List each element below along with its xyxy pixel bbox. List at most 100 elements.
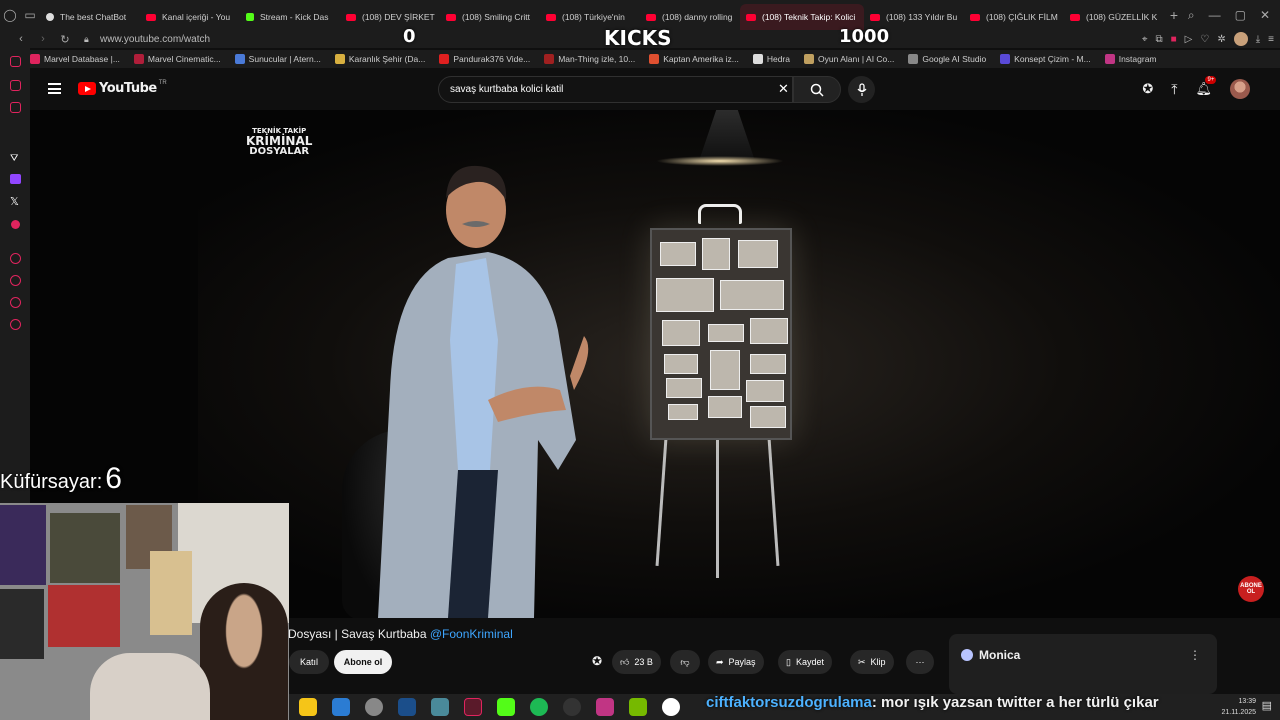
bookmark-label: Instagram xyxy=(1118,54,1157,64)
save-button[interactable]: ▯ Kaydet xyxy=(778,650,832,674)
browser-tab[interactable]: Kanal içeriği - You xyxy=(140,4,240,30)
instagram-icon[interactable] xyxy=(596,698,614,716)
sidebar-app-icon[interactable] xyxy=(10,56,21,67)
browser-menu-dots-icon[interactable]: ≡ xyxy=(1268,34,1274,45)
subscribe-corner-text2: OL xyxy=(1246,589,1256,595)
bookmark-item[interactable]: Marvel Cinematic... xyxy=(133,54,221,64)
subscribe-corner-badge[interactable]: ABONE OL xyxy=(1238,576,1264,602)
sidebar-up-icon[interactable]: ⛛ xyxy=(10,153,18,164)
youtube-play-icon xyxy=(78,82,96,95)
x-icon[interactable]: 𝕏 xyxy=(10,195,19,208)
bookmark-label: Hedra xyxy=(766,54,790,64)
browser-tab[interactable]: (108) DEV ŞİRKET xyxy=(340,4,440,30)
bookmark-label: Pandurak376 Vide... xyxy=(453,54,531,64)
reload-icon[interactable]: ↻ xyxy=(56,33,74,46)
new-tab-button[interactable]: + xyxy=(1164,7,1184,23)
share-button[interactable]: ➦ Paylaş xyxy=(708,650,764,674)
bookmark-item[interactable]: Oyun Alanı | AI Co... xyxy=(803,54,894,64)
maximize-icon[interactable]: ▢ xyxy=(1235,8,1246,23)
channel-handle-link[interactable]: @FoonKriminal xyxy=(430,627,513,641)
spotify-icon[interactable] xyxy=(530,698,548,716)
back-icon[interactable]: ‹ xyxy=(12,33,30,45)
search-input[interactable]: savaş kurtbaba kolici katil xyxy=(438,76,793,103)
bookmark-item[interactable]: Hedra xyxy=(752,54,790,64)
forward-icon[interactable]: › xyxy=(34,33,52,45)
browser-taskbar-icon[interactable] xyxy=(464,698,482,716)
steam-icon[interactable] xyxy=(398,698,416,716)
browser-tab[interactable]: (108) Smiling Critt xyxy=(440,4,540,30)
taskbar-app-icon[interactable] xyxy=(332,698,350,716)
browser-tab[interactable]: (108) ÇIĞLIK FİLM xyxy=(964,4,1064,30)
bookmark-label: Man-Thing izle, 10... xyxy=(558,54,636,64)
upload-icon[interactable]: ⤒ xyxy=(1171,81,1177,98)
bookmark-item[interactable]: Google AI Studio xyxy=(908,54,986,64)
sidebar-circle-icon[interactable] xyxy=(10,253,21,264)
account-avatar[interactable] xyxy=(1230,79,1250,99)
clear-search-icon[interactable]: ✕ xyxy=(778,81,789,97)
sidebar-reader-icon[interactable] xyxy=(10,102,21,113)
system-clock[interactable]: 13:39 21.11.2025 xyxy=(1221,696,1256,718)
pin-icon[interactable]: ⌖ xyxy=(1142,34,1148,45)
browser-menu-icon[interactable]: ◯ xyxy=(0,0,20,30)
download-icon[interactable]: ⤓ xyxy=(1256,34,1260,45)
bookmark-item[interactable]: Kaptan Amerika iz... xyxy=(649,54,739,64)
extensions-icon[interactable]: ✲ xyxy=(1217,34,1225,45)
dislike-button[interactable]: 👎︎ xyxy=(670,650,700,674)
browser-tab[interactable]: The best ChatBot xyxy=(40,4,140,30)
sidebar-chat-icon[interactable] xyxy=(10,80,21,91)
heart-icon[interactable]: ♡ xyxy=(1200,34,1209,45)
notification-center-icon[interactable]: ▤ xyxy=(1262,699,1272,712)
screenshot-icon[interactable]: ⧉ xyxy=(1155,34,1162,45)
taskbar-app-icon[interactable] xyxy=(431,698,449,716)
bookmark-item[interactable]: Marvel Database |... xyxy=(30,54,120,64)
sidebar-chat-bubble-icon[interactable] xyxy=(10,297,21,308)
taskbar-app-icon[interactable] xyxy=(662,698,680,716)
browser-tab[interactable]: (108) GÜZELLİK K xyxy=(1064,4,1164,30)
taskbar-app-icon[interactable] xyxy=(299,698,317,716)
play-icon[interactable]: ▷ xyxy=(1185,34,1193,45)
bookmark-item[interactable]: Man-Thing izle, 10... xyxy=(544,54,635,64)
youtube-logo[interactable]: YouTube TR xyxy=(78,80,167,96)
more-actions-button[interactable]: ··· xyxy=(906,650,934,674)
extension-red-icon[interactable]: ■ xyxy=(1171,34,1177,45)
url-field[interactable]: 🔒︎ www.youtube.com/watch xyxy=(84,34,210,45)
overlay-kicks-label: KICKS xyxy=(604,26,672,50)
nvidia-icon[interactable] xyxy=(629,698,647,716)
monica-menu-icon[interactable]: ⋮ xyxy=(1189,648,1201,662)
video-player[interactable]: TEKNİK TAKİP KRİMİNAL DOSYALAR ABONE OL xyxy=(198,110,1280,618)
sidebar-red-icon[interactable] xyxy=(11,220,20,229)
bookmark-favicon-icon xyxy=(544,54,555,64)
twitch-icon[interactable] xyxy=(10,174,21,184)
presenter-figure xyxy=(378,165,589,618)
subscribe-button[interactable]: Abone ol xyxy=(334,650,392,674)
settings-icon[interactable] xyxy=(10,319,21,330)
like-button[interactable]: 👍︎ 23 B xyxy=(612,650,661,674)
bookmark-item[interactable]: Pandurak376 Vide... xyxy=(439,54,530,64)
kick-icon[interactable] xyxy=(497,698,515,716)
taskbar-app-icon[interactable] xyxy=(563,698,581,716)
browser-tab[interactable]: Stream - Kick Das xyxy=(240,4,340,30)
create-icon[interactable]: ✪ xyxy=(1142,81,1153,97)
notifications-icon[interactable]: 🔔︎ 9+ xyxy=(1195,76,1217,97)
search-button[interactable] xyxy=(793,76,841,103)
history-icon[interactable] xyxy=(10,275,21,286)
bookmark-item[interactable]: Karanlık Şehir (Da... xyxy=(334,54,425,64)
workspaces-icon[interactable]: ▭ xyxy=(20,0,40,30)
bookmark-item[interactable]: Instagram xyxy=(1104,54,1157,64)
menu-icon[interactable] xyxy=(48,83,61,94)
streamer-shirt xyxy=(90,653,210,720)
bookmark-item[interactable]: Konsept Çizim - M... xyxy=(1000,54,1091,64)
clip-button[interactable]: ✂ Klip xyxy=(850,650,894,674)
browser-tab-label: (108) DEV ŞİRKET xyxy=(362,12,435,22)
search-tabs-icon[interactable]: ⌕ xyxy=(1188,8,1195,23)
ai-feature-icon[interactable]: ✪ xyxy=(592,654,602,668)
taskbar-app-icon[interactable] xyxy=(365,698,383,716)
youtube-favicon-icon xyxy=(446,13,456,21)
profile-avatar[interactable] xyxy=(1233,32,1248,46)
close-window-icon[interactable]: ✕ xyxy=(1260,8,1270,23)
join-button[interactable]: Katıl xyxy=(289,650,329,674)
bookmark-item[interactable]: Sunucular | Atern... xyxy=(234,54,321,64)
voice-search-button[interactable] xyxy=(848,76,875,103)
minimize-icon[interactable]: — xyxy=(1209,8,1221,23)
youtube-favicon-icon xyxy=(1070,13,1080,21)
